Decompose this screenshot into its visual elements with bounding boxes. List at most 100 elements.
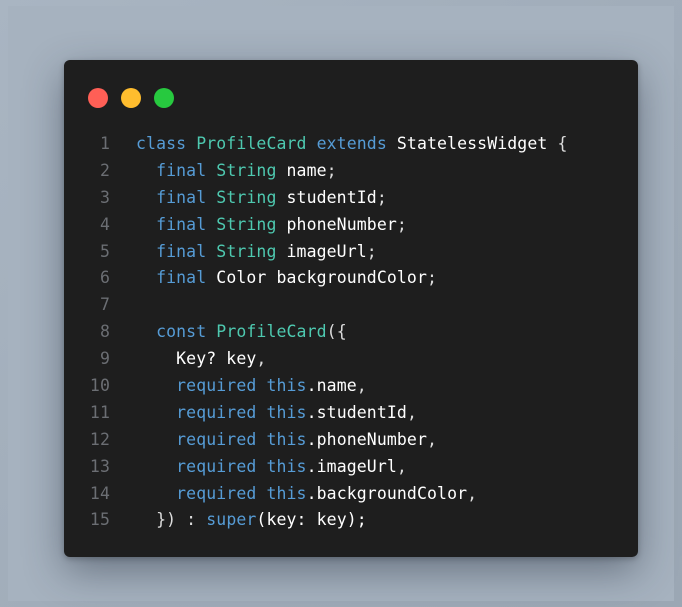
code-token: super bbox=[206, 510, 257, 530]
code-text: required this.backgroundColor, bbox=[136, 481, 477, 508]
code-text: final Color backgroundColor; bbox=[136, 265, 437, 292]
code-line[interactable]: 6 final Color backgroundColor; bbox=[64, 265, 638, 292]
code-text: required this.phoneNumber, bbox=[136, 427, 437, 454]
code-token: final bbox=[136, 187, 217, 207]
line-number: 9 bbox=[99, 349, 110, 369]
code-token: String bbox=[216, 187, 277, 207]
line-number: 1 bbox=[99, 134, 110, 153]
code-line[interactable]: 15 }) : super(key: key); bbox=[64, 507, 638, 534]
code-text: final String phoneNumber; bbox=[136, 212, 407, 239]
code-token: ProfileCard bbox=[196, 134, 307, 153]
code-token: ; bbox=[396, 214, 407, 234]
code-token: this bbox=[266, 483, 307, 503]
code-line[interactable]: 13 required this.imageUrl, bbox=[64, 454, 638, 481]
code-token: ; bbox=[326, 160, 337, 180]
code-token: backgroundColor bbox=[266, 268, 427, 288]
code-token: studentId bbox=[276, 187, 377, 207]
line-number: 4 bbox=[99, 214, 110, 234]
code-token: String bbox=[216, 160, 277, 180]
code-token: final bbox=[136, 160, 217, 180]
code-token: .backgroundColor bbox=[306, 483, 468, 503]
line-number: 5 bbox=[99, 241, 110, 261]
code-token: String bbox=[216, 214, 277, 234]
code-line[interactable]: 9 Key? key, bbox=[64, 346, 638, 373]
code-token: Key? key bbox=[136, 349, 257, 369]
code-line[interactable]: 4 final String phoneNumber; bbox=[64, 212, 638, 239]
code-token: ProfileCard bbox=[216, 322, 327, 342]
code-token: , bbox=[396, 456, 407, 476]
code-token: ; bbox=[366, 241, 377, 261]
minimize-button[interactable] bbox=[121, 88, 141, 108]
code-token: .name bbox=[306, 376, 357, 396]
code-token: (key: key); bbox=[256, 510, 367, 530]
code-block: 1 class ProfileCard extends StatelessWidg… bbox=[64, 131, 638, 534]
code-token: .studentId bbox=[306, 402, 407, 422]
code-token: final bbox=[136, 268, 217, 288]
code-token: phoneNumber bbox=[276, 214, 397, 234]
code-token: required bbox=[136, 402, 267, 422]
code-text: const ProfileCard({ bbox=[136, 319, 347, 346]
code-text: final String imageUrl; bbox=[136, 239, 377, 266]
code-token: ({ bbox=[326, 322, 347, 342]
code-token: { bbox=[547, 134, 568, 153]
code-token: this bbox=[266, 429, 307, 449]
code-token: final bbox=[136, 241, 217, 261]
code-token: required bbox=[136, 456, 267, 476]
line-number: 13 bbox=[89, 456, 110, 476]
line-number: 6 bbox=[99, 268, 110, 288]
code-token: required bbox=[136, 483, 267, 503]
line-number: 3 bbox=[99, 187, 110, 207]
line-number: 11 bbox=[89, 402, 110, 422]
line-number: 14 bbox=[89, 483, 110, 503]
code-text: required this.name, bbox=[136, 373, 367, 400]
code-token: , bbox=[356, 376, 367, 396]
code-line[interactable]: 11 required this.studentId, bbox=[64, 400, 638, 427]
code-token: ; bbox=[427, 268, 438, 288]
code-token: required bbox=[136, 429, 267, 449]
line-number: 7 bbox=[99, 295, 110, 315]
code-token: , bbox=[406, 402, 417, 422]
line-number: 15 bbox=[89, 510, 110, 530]
code-window: 1 class ProfileCard extends StatelessWidg… bbox=[64, 60, 638, 557]
code-token: .phoneNumber bbox=[306, 429, 427, 449]
code-token: name bbox=[276, 160, 327, 180]
code-line[interactable]: 7 bbox=[64, 292, 638, 319]
code-token: required bbox=[136, 376, 267, 396]
maximize-button[interactable] bbox=[154, 88, 174, 108]
code-token: ; bbox=[376, 187, 387, 207]
code-token: final bbox=[136, 214, 217, 234]
code-token: }) : bbox=[136, 510, 207, 530]
code-token: const bbox=[136, 322, 217, 342]
code-token: , bbox=[256, 349, 267, 369]
code-line[interactable]: 1 class ProfileCard extends StatelessWidg… bbox=[64, 131, 638, 158]
code-token: imageUrl bbox=[276, 241, 367, 261]
code-token: class bbox=[136, 134, 197, 153]
code-text: final String name; bbox=[136, 158, 337, 185]
code-token: this bbox=[266, 376, 307, 396]
line-number: 10 bbox=[89, 376, 110, 396]
code-token: this bbox=[266, 402, 307, 422]
code-line[interactable]: 3 final String studentId; bbox=[64, 185, 638, 212]
code-token: extends bbox=[306, 134, 397, 153]
code-line[interactable]: 14 required this.backgroundColor, bbox=[64, 481, 638, 508]
close-button[interactable] bbox=[88, 88, 108, 108]
code-text: class ProfileCard extends StatelessWidge… bbox=[136, 131, 567, 158]
code-line[interactable]: 8 const ProfileCard({ bbox=[64, 319, 638, 346]
code-text: final String studentId; bbox=[136, 185, 387, 212]
code-token: .imageUrl bbox=[306, 456, 397, 476]
code-line[interactable]: 5 final String imageUrl; bbox=[64, 239, 638, 266]
code-text: Key? key, bbox=[136, 346, 266, 373]
code-token: this bbox=[266, 456, 307, 476]
code-text: }) : super(key: key); bbox=[136, 507, 367, 534]
code-line[interactable]: 2 final String name; bbox=[64, 158, 638, 185]
code-token: , bbox=[427, 429, 438, 449]
code-token: StatelessWidget bbox=[396, 134, 548, 153]
code-line[interactable]: 12 required this.phoneNumber, bbox=[64, 427, 638, 454]
code-token: Color bbox=[216, 268, 267, 288]
code-text: required this.imageUrl, bbox=[136, 454, 407, 481]
code-token: , bbox=[467, 483, 478, 503]
code-line[interactable]: 10 required this.name, bbox=[64, 373, 638, 400]
code-token: String bbox=[216, 241, 277, 261]
line-number: 8 bbox=[99, 322, 110, 342]
window-controls bbox=[88, 88, 174, 108]
